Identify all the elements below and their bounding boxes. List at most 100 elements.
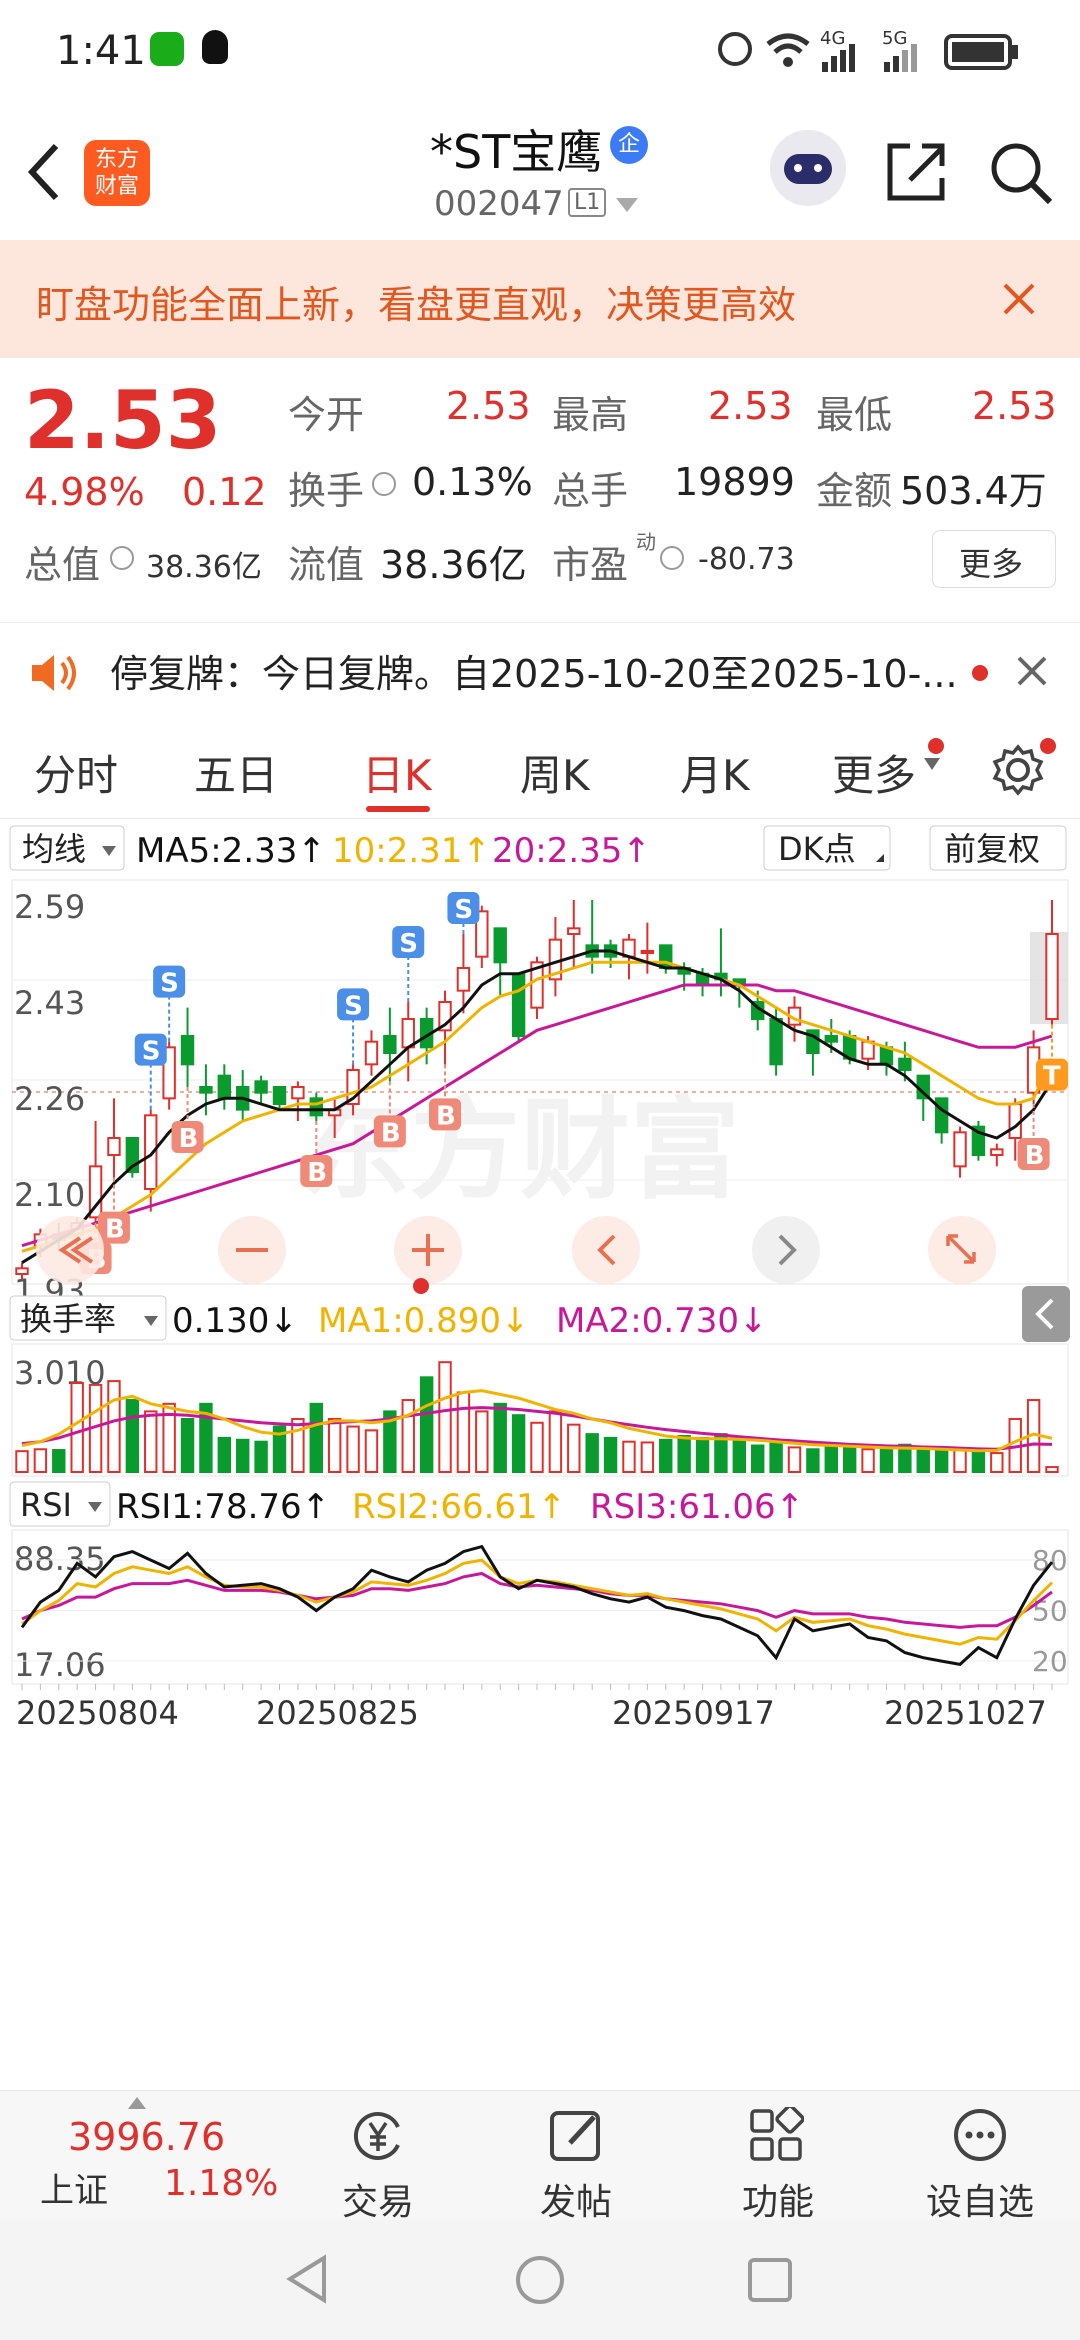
level-dropdown-icon[interactable]: [616, 198, 638, 212]
candle-body: [254, 1080, 268, 1094]
turnover-bar: [456, 1391, 471, 1473]
turnover-bar: [180, 1417, 195, 1473]
candle-body: [291, 1086, 305, 1100]
home-nav-icon[interactable]: [514, 2254, 566, 2306]
candle-body: [493, 927, 507, 964]
turnover-bar: [879, 1444, 894, 1473]
price-tick-label: 2.10: [14, 1176, 85, 1214]
index-name: 上证: [40, 2171, 108, 2211]
turnover-current: 0.130↓: [172, 1301, 298, 1341]
suspension-notice[interactable]: 停复牌：今日复牌。自2025-10-20至2025-10-...: [0, 622, 1080, 720]
promo-banner[interactable]: 盯盘功能全面上新，看盘更直观，决策更高效: [0, 240, 1080, 358]
function-button[interactable]: 功能: [700, 2091, 850, 2223]
system-nav-bar: [0, 2220, 1080, 2340]
back-nav-icon[interactable]: [284, 2254, 330, 2304]
rsi3-value: RSI3:61.06↑: [590, 1487, 804, 1527]
date-tick-label: 20250804: [16, 1694, 179, 1732]
kline-chart-area[interactable]: 均线 MA5:2.33↑ 10:2.31↑ 20:2.35↑ DK点 前复权 东…: [0, 818, 1080, 2090]
date-tick-label: 20250917: [612, 1694, 775, 1732]
turnover-bar: [530, 1421, 544, 1473]
stock-name: *ST宝鹰: [430, 125, 603, 179]
signal-label: S: [454, 895, 473, 925]
turnover-bar: [934, 1450, 949, 1473]
candle-body: [180, 1035, 195, 1066]
close-icon[interactable]: [1002, 282, 1036, 316]
tab-intraday[interactable]: 分时: [34, 742, 118, 803]
index-value: 3996.76: [68, 2115, 226, 2159]
candle-body: [898, 1057, 912, 1072]
add-watchlist-label: 设自选: [926, 2182, 1035, 2223]
turnover-bar: [603, 1436, 618, 1474]
scroll-left-button[interactable]: [572, 1216, 640, 1284]
info-icon[interactable]: [660, 546, 684, 570]
turnover-bar: [861, 1448, 875, 1474]
turnover-bar: [419, 1376, 434, 1473]
tab-five-day[interactable]: 五日: [194, 742, 278, 803]
add-watchlist-button[interactable]: 设自选: [900, 2091, 1060, 2223]
collapse-panel-button[interactable]: [1022, 1286, 1070, 1342]
date-tick-label: 20250825: [256, 1694, 419, 1732]
rsi1-value: RSI1:78.76↑: [116, 1487, 330, 1527]
turnover-bar: [254, 1440, 268, 1473]
turnover-bar: [236, 1438, 250, 1474]
signal-label: B: [105, 1215, 125, 1245]
candle-body: [364, 1040, 379, 1066]
turnover-bar: [401, 1399, 415, 1473]
trade-button[interactable]: 交易: [300, 2091, 450, 2223]
turnover-bar: [33, 1448, 48, 1474]
rsi2-line: [21, 1558, 1054, 1646]
search-icon[interactable]: [988, 140, 1054, 206]
turnover-bar: [787, 1446, 802, 1474]
battery-icon: [944, 34, 1018, 70]
price-tick-label: 2.43: [14, 984, 85, 1022]
close-icon[interactable]: [1016, 655, 1048, 687]
scroll-right-button[interactable]: [752, 1216, 820, 1284]
settings-icon[interactable]: [992, 744, 1044, 796]
post-button[interactable]: 发帖: [500, 2091, 650, 2223]
stock-code: 002047: [434, 184, 564, 224]
turnover-bar: [548, 1410, 563, 1473]
ma-indicator-label: 均线: [22, 830, 86, 868]
scroll-left-fast-button[interactable]: [36, 1216, 104, 1284]
turnover-bar: [346, 1425, 360, 1474]
share-icon[interactable]: [884, 140, 948, 204]
assistant-avatar[interactable]: [770, 130, 846, 206]
signal-label: B: [381, 1118, 401, 1148]
turnover-bar: [15, 1450, 29, 1473]
rsi-right-axis: 80 50 20: [12, 1544, 1068, 1678]
float-mv-value: 38.36亿: [380, 543, 527, 587]
turnover-bar: [622, 1440, 636, 1473]
edit-icon: [550, 2111, 600, 2161]
turnover-bar: [309, 1402, 323, 1474]
candle-body: [401, 1018, 415, 1049]
more-button[interactable]: 更多: [932, 530, 1056, 588]
tab-daily-k[interactable]: 日K: [362, 742, 432, 803]
unread-dot: [1040, 738, 1056, 754]
yen-icon: [354, 2112, 400, 2160]
change-amount: 0.12: [182, 470, 267, 514]
turnover-bar: [695, 1436, 710, 1474]
float-mv-label: 流值: [288, 543, 365, 587]
index-quote[interactable]: 3996.76 上证 1.18%: [0, 2091, 300, 2221]
recents-nav-icon[interactable]: [746, 2256, 794, 2304]
back-icon[interactable]: [24, 140, 64, 204]
turnover-bar: [953, 1448, 967, 1474]
turnover-bar: [125, 1399, 140, 1473]
dk-point-label: DK点: [778, 830, 856, 868]
turnover-ma2: MA2:0.730↓: [556, 1301, 768, 1341]
tab-monthly-k[interactable]: 月K: [680, 742, 750, 803]
more-circle-icon: [954, 2109, 1006, 2161]
date-axis: 20250804 20250825 20250917 20251027: [16, 1684, 1053, 1732]
turnover-bar: [144, 1410, 158, 1473]
candle-body: [107, 1137, 121, 1156]
open-label: 今开: [288, 393, 365, 437]
tab-weekly-k[interactable]: 周K: [520, 742, 590, 803]
tab-more[interactable]: 更多: [832, 742, 916, 803]
turnover-label: 换手: [288, 469, 365, 513]
price-tick-label: 2.59: [14, 888, 85, 926]
info-icon[interactable]: [110, 546, 134, 570]
turnover-bar: [567, 1423, 581, 1474]
candle-body: [309, 1097, 323, 1117]
turnover-value: 0.13%: [412, 460, 533, 504]
info-icon[interactable]: [372, 472, 396, 496]
